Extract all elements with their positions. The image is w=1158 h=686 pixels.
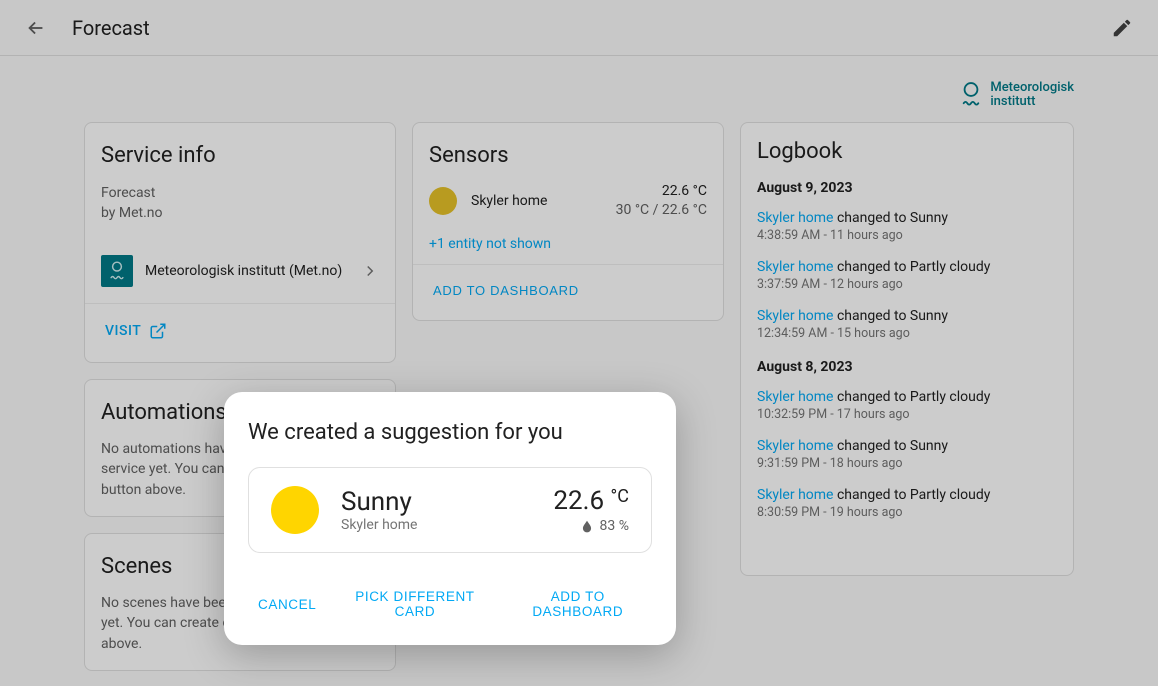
humidity-value: 83 % <box>600 518 629 534</box>
cancel-button[interactable]: CANCEL <box>248 581 326 627</box>
pick-different-card-button[interactable]: PICK DIFFERENT CARD <box>334 581 495 627</box>
temp-value: 22.6 <box>553 486 604 516</box>
humidity-icon <box>580 519 594 533</box>
sun-icon <box>271 486 319 534</box>
dialog-title: We created a suggestion for you <box>248 420 652 445</box>
dialog-add-to-dashboard-button[interactable]: ADD TO DASHBOARD <box>504 581 652 627</box>
weather-location: Skyler home <box>341 517 417 533</box>
suggestion-dialog: We created a suggestion for you Sunny Sk… <box>224 392 676 645</box>
temp-unit: °C <box>611 486 629 507</box>
weather-state: Sunny <box>341 487 417 517</box>
suggestion-preview-card: Sunny Skyler home 22.6 °C 83 % <box>248 467 652 553</box>
